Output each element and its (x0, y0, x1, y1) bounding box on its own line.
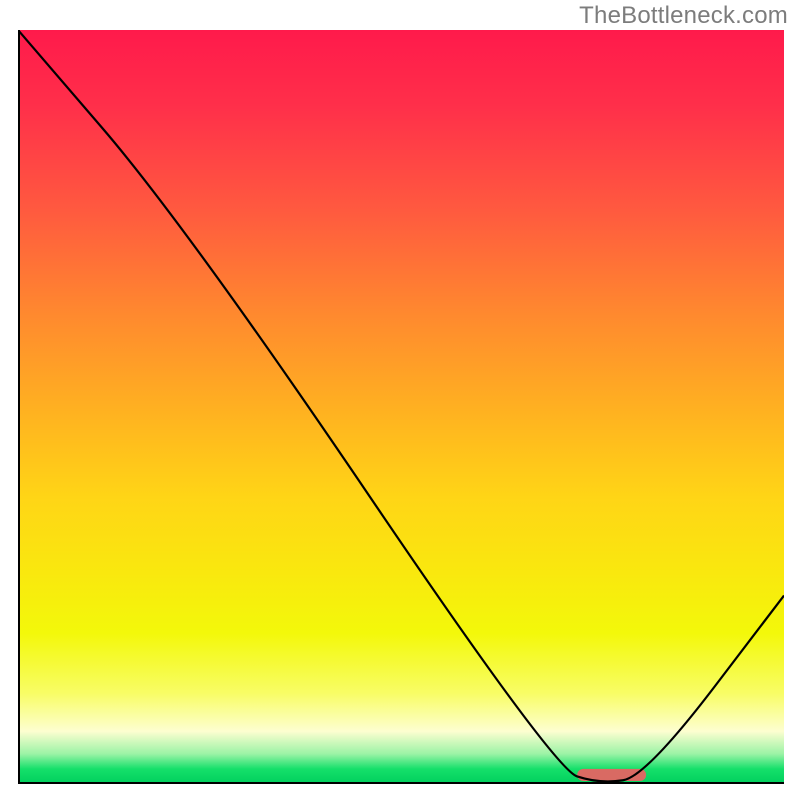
chart-container: TheBottleneck.com (0, 0, 800, 800)
chart-svg (18, 30, 784, 784)
bottleneck-curve (18, 30, 784, 781)
plot-area (18, 30, 784, 784)
watermark-text: TheBottleneck.com (579, 2, 788, 30)
